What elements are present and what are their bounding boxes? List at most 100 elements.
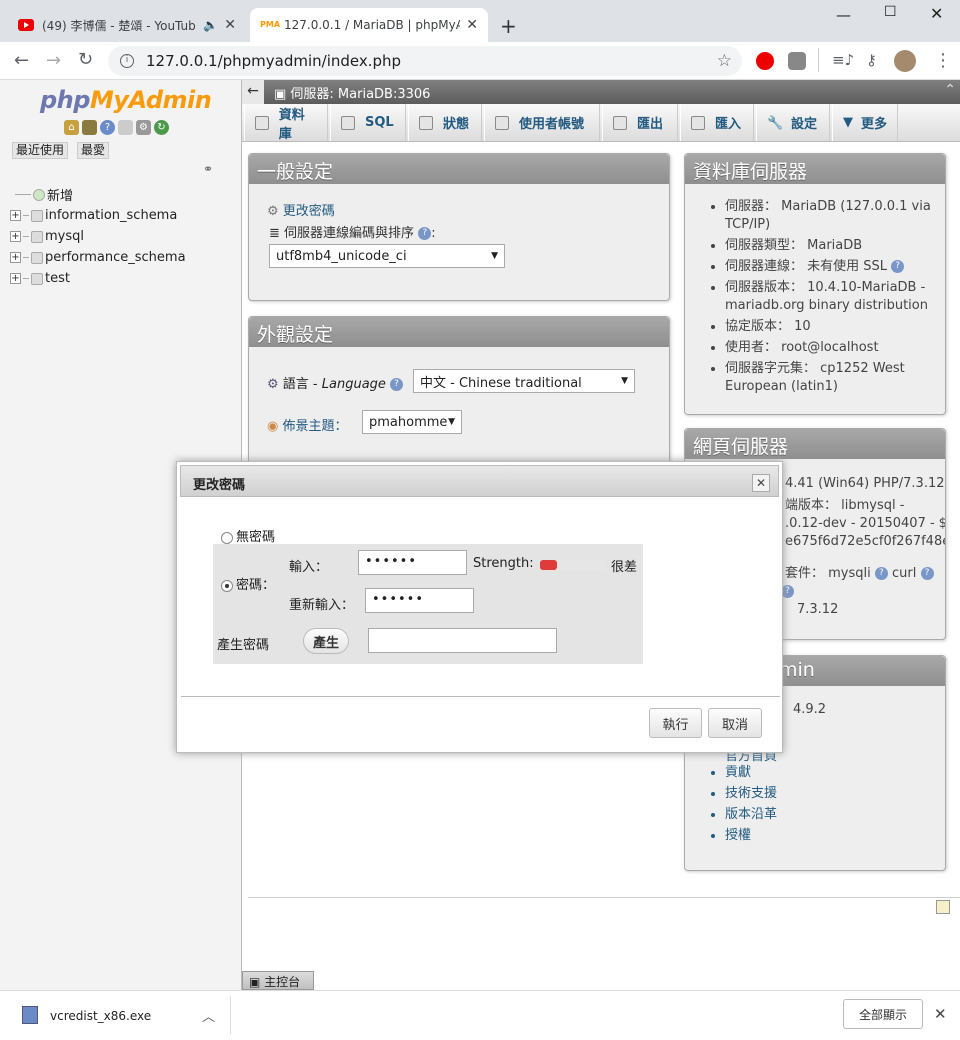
no-password-option[interactable]: 無密碼 [221,526,275,545]
speaker-icon[interactable]: 🔈 [203,18,218,32]
notes-icon[interactable] [936,900,950,914]
menu-dots-icon[interactable]: ⋮ [934,50,952,71]
tab-more[interactable]: ▼ 更多 [832,104,898,141]
new-tab-icon[interactable]: + [500,14,517,38]
tree-item[interactable]: + mysql [10,226,186,247]
chevron-down-icon: ▼ [843,115,853,130]
tree-new[interactable]: 新增 [10,184,186,205]
download-filename[interactable]: vcredist_x86.exe [50,1009,151,1023]
list-item: 伺服器版本： 10.4.10-MariaDB - mariadb.org bin… [725,279,945,315]
generate-button[interactable]: 產生 [303,628,349,654]
chevron-up-icon[interactable]: ︿ [202,1006,215,1025]
scroll-top-icon[interactable]: ⌃ [944,82,956,98]
close-tab-icon[interactable]: ✕ [224,17,236,33]
address-bar[interactable]: i 127.0.0.1/phpmyadmin/index.php ☆ [108,46,742,76]
help-icon[interactable]: ? [390,378,404,391]
collation-select[interactable]: utf8mb4_unicode_ci ▼ [269,244,505,268]
console-icon: ▣ [249,975,265,989]
tree-item[interactable]: + information_schema [10,205,186,226]
tab-settings[interactable]: 🔧 設定 [756,104,830,141]
password-input[interactable]: •••••• [358,550,467,575]
collapse-nav-icon[interactable]: ← [242,80,264,104]
browser-tab-youtube[interactable]: (49) 李博儒 - 楚頌 - YouTub 🔈 ✕ [8,8,246,42]
show-all-button[interactable]: 全部顯示 [843,999,923,1029]
tree-item-label[interactable]: mysql [45,229,84,244]
reload-icon[interactable]: ↻ [78,49,93,70]
settings-gear-icon[interactable]: ⚙ [136,120,151,135]
tree-item-label[interactable]: performance_schema [45,250,186,265]
change-password-link[interactable]: ⚙ 更改密碼 [267,200,335,219]
list-item[interactable]: 技術支援 [725,785,777,803]
back-icon[interactable]: ← [14,50,29,71]
theme-select[interactable]: pmahomme ▼ [362,410,462,434]
tree-line [23,215,29,216]
help-icon[interactable]: ? [100,120,115,135]
recent-button[interactable]: 最近使用 [12,142,69,159]
tree-item[interactable]: + test [10,268,186,289]
help-icon[interactable]: ? [891,260,905,273]
list-item[interactable]: 貢獻 [725,764,777,782]
tree-item[interactable]: + performance_schema [10,247,186,268]
repassword-input[interactable]: •••••• [365,588,474,613]
server-label[interactable]: ▣ 伺服器: MariaDB:3306 [274,83,430,102]
minimize-icon[interactable]: — [836,6,851,24]
favorites-button[interactable]: 最愛 [77,142,110,159]
language-select[interactable]: 中文 - Chinese traditional ▼ [413,369,635,393]
home-icon[interactable]: ⌂ [64,120,79,135]
phpmyadmin-logo[interactable]: phpMyAdmin [40,86,212,114]
tab-status[interactable]: 狀態 [408,104,482,141]
docs-icon[interactable] [118,120,133,135]
change-password-dialog: 更改密碼 ✕ 無密碼 密碼： 輸入： •••••• Strength: 很差 重… [176,461,783,753]
expand-icon[interactable]: + [10,273,21,284]
exit-icon[interactable] [82,120,97,135]
password-option[interactable]: 密碼： [221,574,275,593]
forward-icon[interactable]: → [46,50,61,71]
database-icon [31,230,43,243]
new-db-icon [33,188,45,201]
go-button[interactable]: 執行 [649,708,702,738]
media-control-icon[interactable]: ≡♪ [832,51,854,69]
refresh-icon[interactable]: ↻ [154,120,169,135]
adblock-extension-icon[interactable] [756,52,774,70]
close-download-bar-icon[interactable]: ✕ [934,1005,947,1023]
close-window-icon[interactable]: ✕ [930,4,943,23]
tab-user-accounts[interactable]: 使用者帳號 [484,104,600,141]
bookmark-star-icon[interactable]: ☆ [717,51,732,71]
tree-item-label[interactable]: test [45,271,70,286]
cancel-button[interactable]: 取消 [708,708,762,738]
tab-databases[interactable]: 資料庫 [244,104,328,142]
avatar[interactable] [894,50,916,72]
site-info-icon[interactable]: i [120,54,134,68]
link-icon[interactable]: ⚭ [203,162,213,176]
help-icon[interactable]: ? [874,567,888,580]
toolbar-divider [818,48,819,72]
panel-title: 一般設定 [249,154,669,184]
help-icon[interactable]: ? [920,567,934,580]
close-tab-icon[interactable]: ✕ [466,17,478,33]
tab-export[interactable]: 匯出 [602,104,678,141]
radio-password[interactable] [221,579,233,592]
expand-icon[interactable]: + [10,210,21,221]
tab-import[interactable]: 匯入 [680,104,754,141]
console-toggle[interactable]: ▣ 主控台 [242,971,314,990]
extension-icon[interactable] [788,52,806,70]
panel-title: 資料庫伺服器 [685,154,945,184]
maximize-icon[interactable]: ☐ [884,4,897,20]
chevron-down-icon: ▼ [491,251,498,261]
language-icon: ⚙ [267,377,279,392]
tree-item-label[interactable]: information_schema [45,208,177,223]
pma-links: 貢獻 技術支援 版本沿革 授權 [685,764,777,848]
radio-no-password[interactable] [221,531,233,544]
generated-password-field[interactable] [368,628,557,653]
list-icon: ≣ [269,226,280,241]
browser-tab-phpmyadmin[interactable]: PMA 127.0.0.1 / MariaDB | phpMyAd ✕ [250,8,488,42]
expand-icon[interactable]: + [10,231,21,242]
export-icon [613,115,627,130]
key-icon[interactable]: ⚷ [866,51,877,69]
list-item[interactable]: 版本沿革 [725,806,777,824]
tab-sql[interactable]: SQL [330,104,406,141]
list-item[interactable]: 授權 [725,827,777,845]
close-icon[interactable]: ✕ [752,474,770,492]
expand-icon[interactable]: + [10,252,21,263]
help-icon[interactable]: ? [418,227,432,240]
